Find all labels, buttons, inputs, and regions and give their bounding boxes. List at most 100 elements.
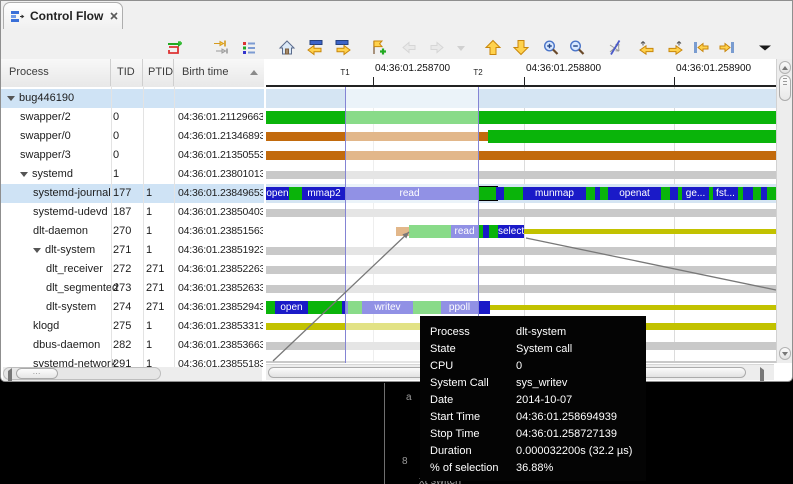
- toolbar-add-bookmark-button[interactable]: [369, 37, 389, 57]
- state-segment[interactable]: [289, 187, 302, 200]
- process-row-dlt-system[interactable]: dlt-system27427104:36:01.238529439: [1, 298, 264, 317]
- state-segment[interactable]: [524, 229, 776, 234]
- process-row-swapper/2[interactable]: swapper/2004:36:01.211296639: [1, 108, 264, 127]
- state-segment[interactable]: [670, 187, 678, 200]
- state-row[interactable]: [266, 241, 776, 260]
- state-segment[interactable]: [488, 130, 776, 143]
- state-row[interactable]: [266, 89, 776, 108]
- toolbar-show-legend-button[interactable]: [239, 37, 259, 57]
- state-segment[interactable]: [266, 247, 776, 255]
- process-row-systemd[interactable]: systemd104:36:01.238010139: [1, 165, 264, 184]
- state-segment[interactable]: [661, 187, 670, 200]
- column-header-ptid[interactable]: PTID: [143, 59, 174, 86]
- state-segment[interactable]: [266, 209, 776, 217]
- state-row[interactable]: openmmap2readmunmapopenatge...fst...: [266, 184, 776, 203]
- time-axis[interactable]: 04:36:01.25870004:36:01.25880004:36:01.2…: [266, 59, 776, 87]
- toolbar-move-down-button[interactable]: [511, 37, 531, 57]
- state-row[interactable]: readselect: [266, 222, 776, 241]
- state-segment[interactable]: [743, 187, 753, 200]
- state-segment[interactable]: [489, 225, 498, 238]
- scroll-left-button[interactable]: [8, 371, 12, 382]
- state-segment[interactable]: [600, 187, 608, 200]
- column-header-birth-time[interactable]: Birth time: [174, 59, 264, 86]
- scroll-down-button[interactable]: [779, 347, 791, 360]
- state-segment[interactable]: [478, 301, 490, 314]
- toolbar-previous-event-button[interactable]: [305, 37, 325, 57]
- expander-icon[interactable]: [7, 96, 15, 101]
- state-row[interactable]: [266, 260, 776, 279]
- process-row-systemd-network[interactable]: systemd-network291104:36:01.238551839: [1, 355, 264, 367]
- state-segment[interactable]: [266, 285, 776, 293]
- process-row-dlt_segmented[interactable]: dlt_segmented27327104:36:01.238526339: [1, 279, 264, 298]
- state-segment-fst[interactable]: fst...: [713, 187, 738, 200]
- state-segment[interactable]: [478, 186, 498, 201]
- state-segment[interactable]: [266, 111, 776, 124]
- scroll-right-button[interactable]: [760, 370, 764, 382]
- process-row-dbus-daemon[interactable]: dbus-daemon282104:36:01.238536639: [1, 336, 264, 355]
- toolbar-align-views-button[interactable]: [211, 37, 231, 57]
- state-segment[interactable]: [753, 187, 761, 200]
- toolbar-previous-marker-button[interactable]: [399, 37, 419, 57]
- process-row-swapper/3[interactable]: swapper/3004:36:01.213505539: [1, 146, 264, 165]
- column-header-process[interactable]: Process: [1, 59, 111, 86]
- state-row[interactable]: [266, 165, 776, 184]
- previous-state-change-icon: [692, 39, 710, 56]
- state-row[interactable]: [266, 108, 776, 127]
- state-segment[interactable]: [308, 301, 342, 314]
- tree-scrollbar-thumb[interactable]: ⋯: [16, 368, 58, 379]
- vertical-scrollbar-thumb[interactable]: [779, 75, 791, 101]
- state-segment-munmap[interactable]: munmap: [523, 187, 586, 200]
- toolbar-previous-state-change-button[interactable]: [691, 37, 711, 57]
- state-segment-open[interactable]: open: [275, 301, 308, 314]
- column-header-tid[interactable]: TID: [111, 59, 143, 86]
- state-row[interactable]: [266, 203, 776, 222]
- toolbar-view-menu-button[interactable]: [755, 37, 775, 57]
- state-segment[interactable]: [767, 187, 776, 200]
- toolbar-next-event-button[interactable]: [332, 37, 352, 57]
- toolbar-follow-cpu-forward-button[interactable]: [665, 37, 685, 57]
- tab-close-icon[interactable]: [109, 11, 119, 21]
- state-row[interactable]: [266, 127, 776, 146]
- tree-horizontal-scrollbar[interactable]: ⋯: [3, 367, 262, 381]
- state-segment-select[interactable]: select: [498, 225, 524, 238]
- toolbar-marker-menu-button[interactable]: [451, 37, 471, 57]
- toolbar-optimize-button[interactable]: [165, 37, 185, 57]
- toolbar-reset-time-scale-button[interactable]: [277, 37, 297, 57]
- expander-icon[interactable]: [20, 172, 28, 177]
- state-segment[interactable]: [266, 171, 776, 179]
- state-segment[interactable]: [490, 305, 776, 310]
- state-row[interactable]: openwritevppoll: [266, 298, 776, 317]
- toolbar-zoom-out-button[interactable]: [567, 37, 587, 57]
- state-segment-mmap2[interactable]: mmap2: [307, 187, 341, 200]
- state-segment-ge[interactable]: ge...: [682, 187, 709, 200]
- toolbar-next-marker-button[interactable]: [427, 37, 447, 57]
- toolbar-move-up-button[interactable]: [483, 37, 503, 57]
- state-row[interactable]: [266, 279, 776, 298]
- state-segment[interactable]: [586, 187, 595, 200]
- process-row-dlt-daemon[interactable]: dlt-daemon270104:36:01.238515639: [1, 222, 264, 241]
- tooltip-label: Stop Time: [430, 426, 516, 443]
- toolbar-zoom-in-button[interactable]: [541, 37, 561, 57]
- state-segment[interactable]: [266, 266, 776, 274]
- state-segment[interactable]: [504, 187, 523, 200]
- toolbar-next-state-change-button[interactable]: [717, 37, 737, 57]
- toolbar-follow-cpu-backward-button[interactable]: [637, 37, 657, 57]
- process-row-bug446190[interactable]: bug446190: [1, 89, 264, 108]
- state-row[interactable]: [266, 146, 776, 165]
- scroll-up-button[interactable]: [779, 61, 791, 74]
- state-segment-open[interactable]: open: [266, 187, 289, 200]
- state-segment-openat[interactable]: openat: [608, 187, 661, 200]
- expander-icon[interactable]: [33, 248, 41, 253]
- process-row-systemd-journal[interactable]: systemd-journal177104:36:01.238496539: [1, 184, 264, 203]
- tab-control-flow[interactable]: Control Flow: [3, 2, 123, 29]
- process-row-klogd[interactable]: klogd275104:36:01.238533139: [1, 317, 264, 336]
- toolbar-hide-arrows-button[interactable]: [605, 37, 625, 57]
- state-segment[interactable]: [266, 301, 275, 314]
- process-row-dlt-system[interactable]: dlt-system271104:36:01.238519239: [1, 241, 264, 260]
- process-row-systemd-udevd[interactable]: systemd-udevd187104:36:01.238504039: [1, 203, 264, 222]
- process-row-swapper/0[interactable]: swapper/0004:36:01.213468939: [1, 127, 264, 146]
- state-segment[interactable]: [496, 187, 504, 200]
- vertical-scrollbar[interactable]: [776, 59, 792, 363]
- state-segment[interactable]: [266, 151, 776, 160]
- process-row-dlt_receiver[interactable]: dlt_receiver27227104:36:01.238522639: [1, 260, 264, 279]
